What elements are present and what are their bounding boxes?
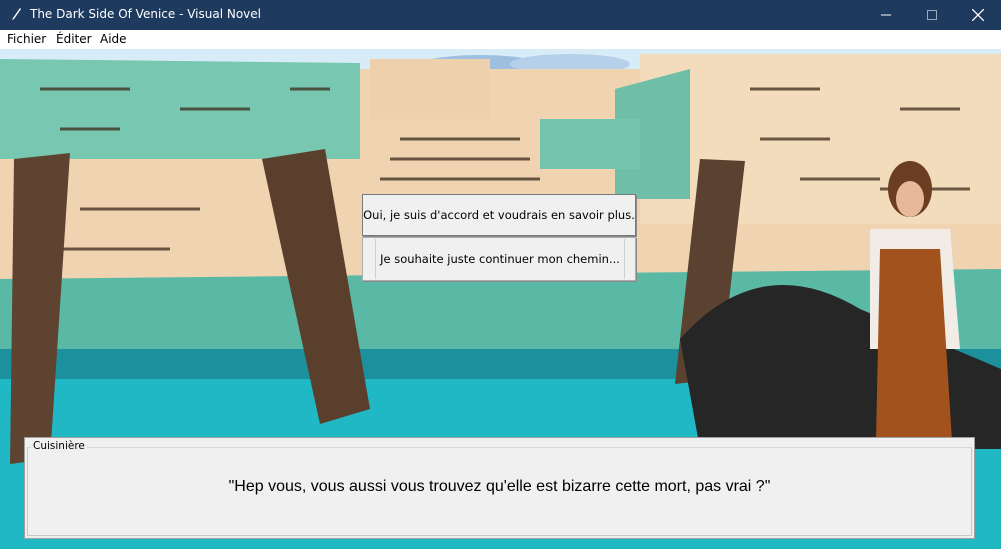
choice-button-agree[interactable]: Oui, je suis d'accord et voudrais en sav…: [362, 194, 636, 236]
choice-button-continue[interactable]: Je souhaite juste continuer mon chemin..…: [362, 237, 636, 281]
choice-label: Je souhaite juste continuer mon chemin..…: [380, 252, 620, 266]
quill-icon: [12, 8, 21, 20]
choice-label: Oui, je suis d'accord et voudrais en sav…: [363, 208, 635, 222]
dialogue-text: "Hep vous, vous aussi vous trouvez qu'el…: [228, 478, 771, 495]
close-button[interactable]: [955, 0, 1001, 30]
menu-bar: Fichier Éditer Aide: [0, 30, 1001, 49]
minimize-icon: [881, 14, 891, 16]
close-icon: [972, 9, 984, 21]
menu-editer[interactable]: Éditer: [56, 32, 92, 46]
choice-inner: Je souhaite juste continuer mon chemin..…: [375, 239, 625, 279]
title-bar: The Dark Side Of Venice - Visual Novel: [0, 0, 1001, 30]
minimize-button[interactable]: [863, 0, 909, 30]
maximize-icon: [927, 10, 937, 20]
window-title: The Dark Side Of Venice - Visual Novel: [30, 7, 261, 21]
speaker-name: Cuisinière: [31, 440, 87, 452]
dialogue-box: Cuisinière "Hep vous, vous aussi vous tr…: [24, 437, 975, 539]
menu-fichier[interactable]: Fichier: [7, 32, 46, 46]
menu-aide[interactable]: Aide: [100, 32, 127, 46]
maximize-button[interactable]: [909, 0, 955, 30]
